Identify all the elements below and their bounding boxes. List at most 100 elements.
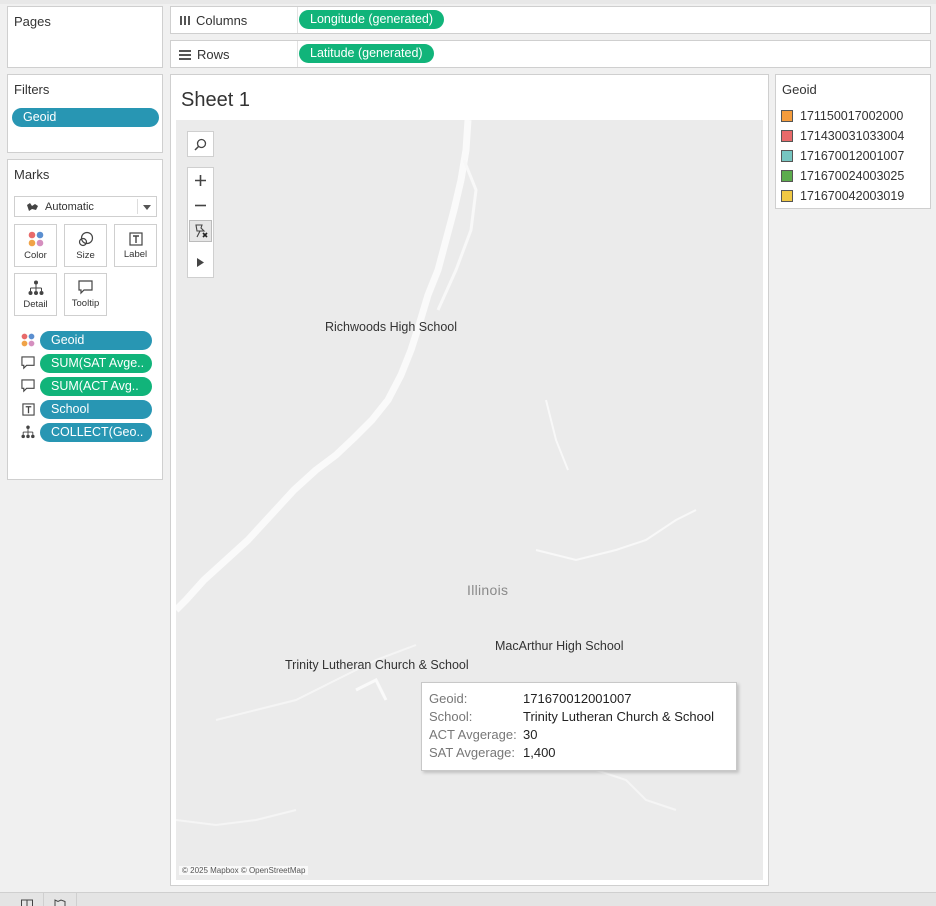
mark-type-label: Automatic xyxy=(45,200,94,213)
marks-field-sat[interactable]: SUM(SAT Avge.. xyxy=(40,354,152,373)
new-worksheet-button[interactable] xyxy=(10,893,44,906)
size-button-label: Size xyxy=(76,249,95,261)
triangle-right-icon xyxy=(197,258,204,267)
rows-pill[interactable]: Latitude (generated) xyxy=(299,44,434,63)
marks-title: Marks xyxy=(14,167,50,182)
new-dashboard-icon xyxy=(54,899,66,906)
unpin-map-button[interactable] xyxy=(189,220,212,242)
color-icon xyxy=(28,231,43,246)
filters-panel: Filters Geoid xyxy=(7,74,163,153)
legend-item-label: 171670042003019 xyxy=(800,189,905,203)
map-school-label[interactable]: MacArthur High School xyxy=(495,639,624,653)
legend-item-label: 171150017002000 xyxy=(800,109,904,123)
filters-title: Filters xyxy=(14,82,50,97)
unpin-icon xyxy=(194,224,208,238)
map-school-label[interactable]: Trinity Lutheran Church & School xyxy=(285,658,469,672)
shelf-divider xyxy=(297,7,298,33)
tooltip-value: 171670012001007 xyxy=(523,691,632,706)
color-icon xyxy=(21,333,35,347)
rows-shelf[interactable]: Rows Latitude (generated) xyxy=(170,40,931,68)
label-icon xyxy=(128,231,143,246)
size-icon xyxy=(78,231,93,246)
columns-pill[interactable]: Longitude (generated) xyxy=(299,10,445,29)
size-button[interactable]: Size xyxy=(64,224,107,267)
legend-title: Geoid xyxy=(782,82,817,97)
map-school-label[interactable]: Richwoods High School xyxy=(325,320,457,334)
detail-button[interactable]: Detail xyxy=(14,273,57,316)
zoom-in-button[interactable] xyxy=(188,168,213,193)
legend-item[interactable]: 171430031033004 xyxy=(781,127,904,145)
map-search-button[interactable] xyxy=(187,131,214,157)
tooltip-row-geoid: Geoid: 171670012001007 xyxy=(429,691,631,706)
columns-label: Columns xyxy=(196,12,248,28)
plus-icon xyxy=(195,175,206,186)
toolbar-strip xyxy=(0,0,936,4)
legend-swatch xyxy=(781,110,793,122)
new-dashboard-button[interactable] xyxy=(44,893,77,906)
tooltip-value: Trinity Lutheran Church & School xyxy=(523,709,715,724)
geoid-legend: Geoid 171150017002000 171430031033004 17… xyxy=(775,74,931,209)
legend-swatch xyxy=(781,150,793,162)
sheet-view: Sheet 1 Richwoods High School Illinois M… xyxy=(170,74,769,886)
rows-icon xyxy=(179,49,191,60)
label-button-label: Label xyxy=(123,248,148,260)
legend-item[interactable]: 171670012001007 xyxy=(781,147,904,165)
legend-item-label: 171670024003025 xyxy=(800,169,905,183)
label-button[interactable]: Label xyxy=(114,224,157,267)
legend-item[interactable]: 171150017002000 xyxy=(781,107,903,125)
legend-swatch xyxy=(781,170,793,182)
tooltip-value: 1,400 xyxy=(523,745,556,760)
tooltip-icon xyxy=(78,280,93,295)
map-zoom-controls xyxy=(187,167,214,278)
minus-icon xyxy=(195,204,206,207)
map-attribution[interactable]: © 2025 Mapbox © OpenStreetMap xyxy=(179,866,309,875)
detail-icon xyxy=(21,425,35,439)
tooltip-icon xyxy=(21,356,35,370)
marks-field-collect[interactable]: COLLECT(Geo.. xyxy=(40,423,152,442)
tooltip-button[interactable]: Tooltip xyxy=(64,273,107,316)
tooltip-key: SAT Avgerage: xyxy=(429,745,516,760)
map-canvas[interactable]: Richwoods High School Illinois MacArthur… xyxy=(176,120,763,880)
map-state-label: Illinois xyxy=(467,582,509,598)
tooltip-value: 30 xyxy=(523,727,538,742)
pages-title: Pages xyxy=(14,14,51,29)
map-icon xyxy=(27,202,38,211)
pages-panel: Pages xyxy=(7,6,163,68)
zoom-out-button[interactable] xyxy=(188,193,213,218)
tooltip-row-sat: SAT Avgerage: 1,400 xyxy=(429,745,556,760)
tooltip-key: Geoid: xyxy=(429,691,468,706)
rows-label: Rows xyxy=(197,46,230,62)
marks-field-school[interactable]: School xyxy=(40,400,152,419)
tooltip-popup: Geoid: 171670012001007 School: Trinity L… xyxy=(421,682,737,771)
tooltip-row-school: School: Trinity Lutheran Church & School xyxy=(429,709,714,724)
map-tools-expand-button[interactable] xyxy=(188,250,213,275)
tooltip-key: ACT Avgerage: xyxy=(429,727,517,742)
color-button[interactable]: Color xyxy=(14,224,57,267)
marks-field-geoid[interactable]: Geoid xyxy=(40,331,152,350)
sheet-title: Sheet 1 xyxy=(181,89,250,111)
filter-pill-geoid[interactable]: Geoid xyxy=(12,108,159,127)
columns-icon xyxy=(180,15,190,25)
mark-type-dropdown[interactable]: Automatic xyxy=(14,196,157,217)
legend-swatch xyxy=(781,130,793,142)
search-icon xyxy=(194,138,207,151)
legend-item-label: 171670012001007 xyxy=(800,149,905,163)
label-icon xyxy=(21,402,35,416)
detail-button-label: Detail xyxy=(23,298,48,310)
legend-item[interactable]: 171670024003025 xyxy=(781,167,904,185)
legend-item[interactable]: 171670042003019 xyxy=(781,187,904,205)
detail-icon xyxy=(28,280,43,295)
bottom-tab-bar xyxy=(0,892,936,906)
color-button-label: Color xyxy=(24,249,47,261)
marks-field-act[interactable]: SUM(ACT Avg.. xyxy=(40,377,152,396)
columns-shelf[interactable]: Columns Longitude (generated) xyxy=(170,6,931,34)
legend-item-label: 171430031033004 xyxy=(800,129,905,143)
new-worksheet-icon xyxy=(20,899,33,906)
tooltip-row-act: ACT Avgerage: 30 xyxy=(429,727,537,742)
chevron-down-icon xyxy=(143,205,151,210)
tooltip-key: School: xyxy=(429,709,473,724)
shelf-divider xyxy=(297,41,298,67)
tooltip-button-label: Tooltip xyxy=(71,298,100,309)
legend-swatch xyxy=(781,190,793,202)
marks-panel: Marks Automatic Color Size Label Detail … xyxy=(7,159,163,480)
